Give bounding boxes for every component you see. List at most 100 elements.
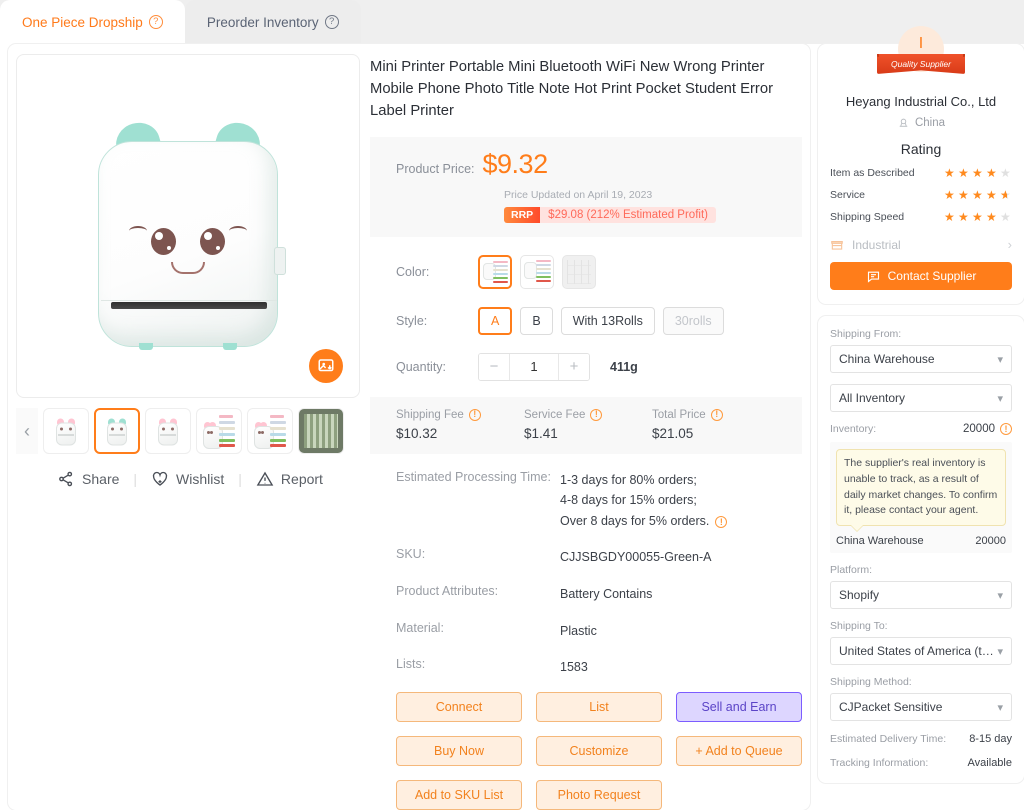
shipping-fee-value: $10.32 — [396, 425, 438, 441]
style-option-a[interactable]: A — [478, 306, 513, 335]
shipping-from-group: Shipping From: China Warehouse ▾ — [830, 328, 1012, 373]
chevron-down-icon: ▾ — [997, 353, 1003, 366]
gallery-action-links: Share | Wishlist | Report — [16, 470, 364, 488]
service-fee-label: Service Fee — [524, 408, 586, 421]
rating-stars: ★ ★ ★ ★ ★ — [944, 167, 1012, 179]
supplier-category-label: Industrial — [852, 237, 901, 252]
buy-now-button[interactable]: Buy Now — [396, 735, 522, 766]
tab-preorder-inventory[interactable]: Preorder Inventory ? — [184, 0, 361, 44]
spec-value: 1583 — [560, 660, 588, 675]
price-label: Product Price: — [396, 161, 475, 176]
product-title: Mini Printer Portable Mini Bluetooth WiF… — [370, 59, 774, 120]
inventory-filter-select[interactable]: All Inventory ▾ — [830, 384, 1012, 412]
link-separator: | — [133, 471, 138, 487]
connect-button[interactable]: Connect — [396, 691, 522, 722]
spec-key: Estimated Processing Time: — [396, 469, 551, 484]
location-stamp-icon — [899, 118, 908, 127]
quantity-increase-button[interactable]: + — [559, 353, 589, 380]
quantity-input[interactable] — [509, 353, 559, 380]
customize-button[interactable]: Customize — [536, 735, 662, 766]
platform-select[interactable]: Shopify ▾ — [830, 581, 1012, 609]
action-button-row-3: Add to SKU List Photo Request — [370, 779, 802, 810]
style-option-with-13rolls[interactable]: With 13Rolls — [560, 306, 655, 335]
spec-key: Lists: — [396, 657, 426, 672]
thumbnail-2[interactable] — [94, 408, 140, 454]
share-button[interactable]: Share — [57, 470, 119, 488]
fee-summary-bar: Shipping Fee! $10.32 Service Fee! $1.41 … — [370, 396, 802, 454]
photo-request-button[interactable]: Photo Request — [536, 779, 662, 810]
shipping-to-group: Shipping To: United States of America (t… — [830, 620, 1012, 665]
color-swatch-1[interactable] — [478, 254, 512, 289]
platform-value: Shopify — [839, 588, 880, 602]
spec-value: Plastic — [560, 623, 597, 638]
info-icon[interactable]: ! — [710, 408, 723, 421]
printer-body — [98, 140, 278, 350]
product-hero-image[interactable] — [16, 54, 360, 398]
shipping-method-select[interactable]: CJPacket Sensitive ▾ — [830, 693, 1012, 721]
price-updated-text: Price Updated on April 19, 2023 — [504, 188, 653, 201]
image-download-icon[interactable] — [309, 349, 343, 383]
info-icon[interactable]: ! — [1000, 423, 1012, 435]
wishlist-button[interactable]: Wishlist — [151, 470, 224, 488]
thumbnail-5[interactable] — [247, 408, 293, 454]
thumbnail-prev-button[interactable]: ‹ — [16, 408, 38, 454]
shipping-to-value: United States of America (the) — [839, 644, 998, 658]
spec-row-sku: SKU: CJJSBGDY00055-Green-A — [370, 547, 802, 568]
total-price-label: Total Price — [652, 408, 706, 421]
rrp-badge: RRP $29.08 (212% Estimated Profit) — [504, 206, 716, 223]
info-icon[interactable]: ! — [715, 516, 728, 529]
printer-eye-left — [151, 227, 176, 255]
color-swatch-2[interactable] — [520, 254, 554, 289]
info-icon[interactable]: ! — [468, 408, 481, 421]
star-empty: ★ — [1000, 210, 1011, 224]
sell-and-earn-button[interactable]: Sell and Earn — [676, 691, 802, 722]
style-option-b[interactable]: B — [520, 306, 553, 335]
thumbnail-3[interactable] — [145, 408, 191, 454]
thumbnail-strip: ‹ — [16, 408, 364, 454]
thumbnail-1[interactable] — [43, 408, 89, 454]
shipping-fee-block: Shipping Fee! $10.32 — [396, 408, 524, 441]
printer-brow-right — [229, 225, 247, 236]
info-icon[interactable]: ! — [590, 408, 603, 421]
shipping-to-select[interactable]: United States of America (the) ▾ — [830, 637, 1012, 665]
processing-time-text: 1-3 days for 80% orders; 4-8 days for 15… — [560, 472, 710, 528]
quantity-option-row: Quantity: − + 411g — [370, 352, 802, 381]
thumbnail-4[interactable] — [196, 408, 242, 454]
rrp-tag: RRP — [504, 206, 541, 223]
style-option-row: Style: A B With 13Rolls 30rolls — [370, 306, 802, 335]
supplier-category-link[interactable]: Industrial › — [830, 237, 1012, 252]
thumbnail-6[interactable] — [298, 408, 344, 454]
contact-supplier-button[interactable]: Contact Supplier — [830, 262, 1012, 290]
delivery-time-row: Estimated Delivery Time: 8-15 day — [830, 733, 1012, 745]
product-price: $9.32 — [482, 148, 549, 179]
rating-row-service: Service ★ ★ ★ ★ ★ — [830, 189, 1012, 201]
page-body: ‹ Share | Wishlist | Report Mini Printer… — [0, 26, 1024, 810]
help-icon[interactable]: ? — [324, 15, 339, 29]
report-label: Report — [280, 471, 323, 487]
add-to-sku-list-button[interactable]: Add to SKU List — [396, 779, 522, 810]
shipping-to-label: Shipping To: — [830, 620, 888, 632]
color-swatch-3[interactable] — [562, 254, 596, 289]
chevron-down-icon: ▾ — [997, 589, 1003, 602]
rating-row-shipping-speed: Shipping Speed ★ ★ ★ ★ ★ — [830, 211, 1012, 223]
spec-key: Material: — [396, 620, 444, 635]
help-icon[interactable]: ? — [148, 15, 163, 29]
badge-mark: I — [918, 35, 924, 52]
shipping-method-group: Shipping Method: CJPacket Sensitive ▾ — [830, 676, 1012, 721]
rating-stars: ★ ★ ★ ★ ★ — [944, 189, 1012, 201]
share-label: Share — [82, 471, 120, 487]
add-to-queue-button[interactable]: + Add to Queue — [676, 735, 802, 766]
quantity-label: Quantity: — [396, 359, 447, 374]
spec-key: Product Attributes: — [396, 584, 499, 599]
report-button[interactable]: Report — [256, 470, 323, 488]
delivery-time-label: Estimated Delivery Time: — [830, 733, 947, 745]
warehouse-row: China Warehouse 20000 — [836, 535, 1006, 547]
inventory-row: Inventory: 20000 ! — [830, 423, 1012, 435]
wishlist-label: Wishlist — [176, 471, 225, 487]
list-button[interactable]: List — [536, 691, 662, 722]
tab-one-piece-dropship[interactable]: One Piece Dropship ? — [0, 0, 185, 44]
shipping-from-select[interactable]: China Warehouse ▾ — [830, 345, 1012, 373]
quantity-decrease-button[interactable]: − — [479, 353, 509, 380]
printer-paper-slot — [111, 301, 267, 309]
spec-row-attributes: Product Attributes: Battery Contains — [370, 584, 802, 605]
